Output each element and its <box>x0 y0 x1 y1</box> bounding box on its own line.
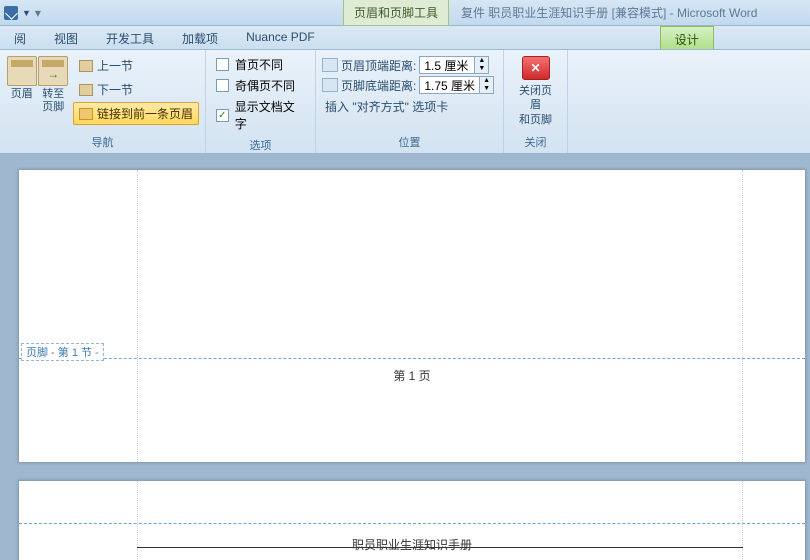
insert-align-tab-button[interactable]: 插入 "对齐方式" 选项卡 <box>322 96 494 117</box>
close-header-footer-label: 关闭页眉 和页脚 <box>518 84 553 127</box>
tab-yue[interactable]: 阅 <box>0 26 40 49</box>
spin-up-icon[interactable]: ▲ <box>479 77 493 85</box>
next-section-button[interactable]: 下一节 <box>73 78 199 101</box>
group-position: 页眉顶端距离: 1.5 厘米 ▲▼ 页脚底端距离: 1.75 厘米 ▲▼ <box>316 50 504 153</box>
spin-down-icon[interactable]: ▼ <box>474 65 488 73</box>
footer-distance-stepper[interactable]: 1.75 厘米 ▲▼ <box>419 76 494 94</box>
page-2[interactable]: 职员职业生涯知识手册 页眉 - 第 2 节 - 点上传范根网 <box>18 480 806 560</box>
group-options-label: 选项 <box>212 134 309 156</box>
group-nav: 页眉 转至页脚 上一节 下一节 链接到前一条页眉 <box>0 50 206 153</box>
title-bar: ▼ ▾ 页眉和页脚工具 复件 职员职业生涯知识手册 [兼容模式] - Micro… <box>0 0 810 26</box>
save-icon[interactable] <box>4 6 18 20</box>
tab-view[interactable]: 视图 <box>40 26 92 49</box>
group-close-label: 关闭 <box>510 131 561 153</box>
group-options: 首页不同 奇偶页不同 ✓ 显示文档文字 选项 <box>206 50 316 153</box>
group-nav-label: 导航 <box>6 131 199 153</box>
page-1[interactable]: 页脚 - 第 1 节 - 第 1 页 <box>18 169 806 463</box>
header-distance-icon <box>322 58 338 72</box>
header-distance-label: 页眉顶端距离: <box>341 57 416 74</box>
show-doc-text-label: 显示文档文字 <box>235 98 305 132</box>
goto-footer-button[interactable]: 转至页脚 <box>37 54 68 131</box>
goto-footer-label: 转至页脚 <box>37 88 68 114</box>
close-icon: ✕ <box>530 61 540 75</box>
prev-section-label: 上一节 <box>97 57 133 74</box>
document-title: 复件 职员职业生涯知识手册 [兼容模式] - Microsoft Word <box>461 4 757 21</box>
ribbon-tabs: 阅 视图 开发工具 加载项 Nuance PDF 设计 <box>0 26 810 50</box>
contextual-tab-header: 页眉和页脚工具 <box>343 0 449 26</box>
footer-section-tag: 页脚 - 第 1 节 - <box>21 343 104 361</box>
ribbon: 页眉 转至页脚 上一节 下一节 链接到前一条页眉 <box>0 50 810 154</box>
first-page-diff-label: 首页不同 <box>235 56 283 73</box>
first-page-diff-checkbox[interactable] <box>216 58 229 71</box>
spin-down-icon[interactable]: ▼ <box>479 85 493 93</box>
link-icon <box>79 108 93 120</box>
header-text[interactable]: 职员职业生涯知识手册 <box>19 536 805 553</box>
next-section-icon <box>79 84 93 96</box>
footer-boundary-line <box>19 358 805 359</box>
group-position-label: 位置 <box>322 131 497 153</box>
spin-up-icon[interactable]: ▲ <box>474 57 488 65</box>
close-header-footer-button[interactable]: ✕ <box>522 56 550 80</box>
right-margin-marker <box>742 170 743 462</box>
header-icon <box>7 56 37 86</box>
link-previous-button[interactable]: 链接到前一条页眉 <box>73 102 199 125</box>
tab-devtools[interactable]: 开发工具 <box>92 26 168 49</box>
header-distance-value: 1.5 厘米 <box>420 57 474 74</box>
footer-distance-value: 1.75 厘米 <box>420 77 479 94</box>
qat-separator: ▾ <box>35 6 41 20</box>
tab-addins[interactable]: 加载项 <box>168 26 232 49</box>
odd-even-diff-checkbox[interactable] <box>216 79 229 92</box>
page-number-text[interactable]: 第 1 页 <box>19 367 805 384</box>
show-doc-text-checkbox[interactable]: ✓ <box>216 109 229 122</box>
quick-access-toolbar: ▼ ▾ <box>4 6 43 20</box>
goto-header-label: 页眉 <box>11 88 33 101</box>
qat-dropdown-icon[interactable]: ▼ <box>22 8 31 18</box>
next-section-label: 下一节 <box>97 81 133 98</box>
tab-design[interactable]: 设计 <box>660 26 714 49</box>
left-margin-marker <box>137 170 138 462</box>
group-close: ✕ 关闭页眉 和页脚 关闭 <box>504 50 568 153</box>
footer-distance-icon <box>322 78 338 92</box>
goto-header-button[interactable]: 页眉 <box>6 54 37 131</box>
document-canvas[interactable]: 页脚 - 第 1 节 - 第 1 页 职员职业生涯知识手册 页眉 - 第 2 节… <box>0 154 810 560</box>
header-boundary-line <box>19 523 805 524</box>
odd-even-diff-label: 奇偶页不同 <box>235 77 295 94</box>
prev-section-icon <box>79 60 93 72</box>
insert-align-tab-label: 插入 "对齐方式" 选项卡 <box>325 98 448 115</box>
tab-nuance-pdf[interactable]: Nuance PDF <box>232 26 329 49</box>
prev-section-button[interactable]: 上一节 <box>73 54 199 77</box>
header-underline <box>137 547 743 548</box>
footer-distance-label: 页脚底端距离: <box>341 77 416 94</box>
footer-icon <box>38 56 68 86</box>
header-distance-stepper[interactable]: 1.5 厘米 ▲▼ <box>419 56 489 74</box>
link-previous-label: 链接到前一条页眉 <box>97 105 193 122</box>
